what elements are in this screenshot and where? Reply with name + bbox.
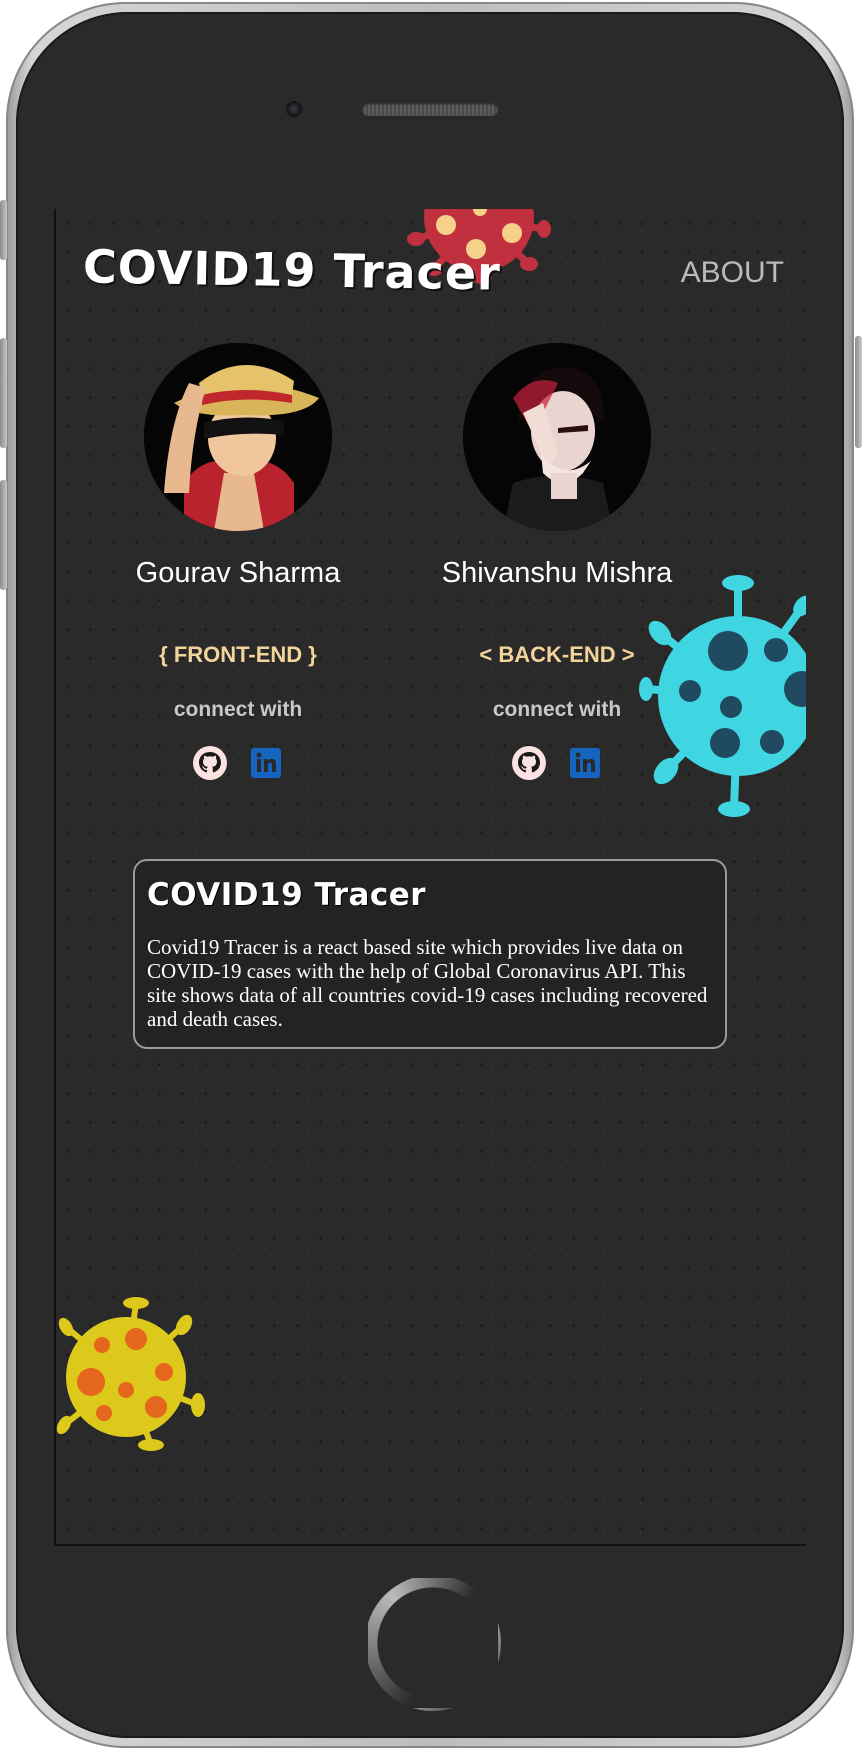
app-logo[interactable]: COVID19 Tracer <box>83 239 502 300</box>
avatar-straw-hat-image <box>144 343 332 531</box>
avatar-hooded-man-image <box>463 343 651 531</box>
avatar <box>463 343 651 531</box>
linkedin-icon[interactable] <box>249 746 283 780</box>
earpiece-speaker <box>362 103 498 116</box>
app-screen: COVID19 Tracer ABOUT Gourav Sharma { FRO… <box>54 209 806 1546</box>
avatar <box>144 343 332 531</box>
card-description: Covid19 Tracer is a react based site whi… <box>147 935 708 1031</box>
virus-yellow-icon <box>56 1297 205 1451</box>
home-button <box>365 1575 501 1711</box>
nav-about-link[interactable]: ABOUT <box>681 256 784 290</box>
connect-label: connect with <box>173 698 303 721</box>
member-name: Gourav Sharma <box>135 557 341 589</box>
member-role: { FRONT-END } <box>159 642 317 667</box>
github-icon[interactable] <box>193 746 227 780</box>
front-camera <box>286 101 302 117</box>
power-button <box>855 336 862 448</box>
linkedin-icon[interactable] <box>568 746 602 780</box>
github-icon[interactable] <box>512 746 546 780</box>
social-links <box>78 746 398 780</box>
virus-cyan-icon <box>639 575 806 817</box>
mute-switch <box>0 200 7 260</box>
team-member-card: Gourav Sharma { FRONT-END } connect with <box>78 343 398 780</box>
card-title: COVID19 Tracer <box>147 877 427 913</box>
volume-down-button <box>0 480 7 590</box>
volume-up-button <box>0 338 7 448</box>
about-card: COVID19 Tracer Covid19 Tracer is a react… <box>133 859 727 1049</box>
